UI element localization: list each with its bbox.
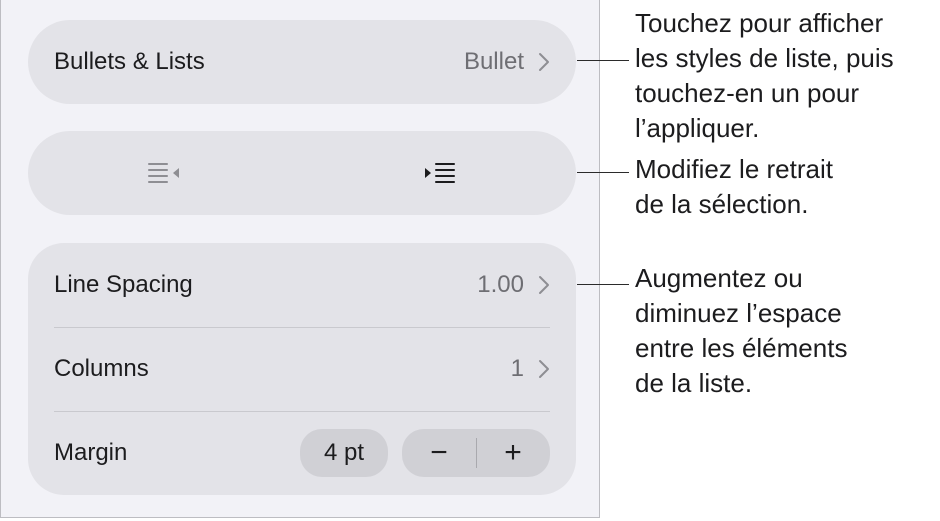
chevron-right-icon: [539, 53, 549, 71]
callout-leader-line: [577, 172, 629, 173]
increase-margin-button[interactable]: +: [477, 429, 550, 477]
margin-stepper: − +: [402, 429, 550, 477]
callout-line: diminuez l’espace: [635, 298, 842, 328]
callout-line: les styles de liste, puis: [635, 43, 894, 73]
callout-line: l’appliquer.: [635, 113, 760, 143]
columns-label: Columns: [54, 355, 149, 382]
line-spacing-row[interactable]: Line Spacing 1.00: [28, 243, 576, 327]
margin-row: Margin 4 pt − +: [28, 411, 576, 495]
bullets-lists-card: Bullets & Lists Bullet: [28, 20, 576, 104]
line-spacing-value: 1.00: [477, 271, 524, 298]
chevron-right-icon: [539, 360, 549, 378]
line-spacing-label: Line Spacing: [54, 271, 193, 298]
indent-card: [28, 131, 576, 215]
columns-value: 1: [510, 355, 524, 382]
bullets-lists-label: Bullets & Lists: [54, 48, 205, 75]
callout-line: entre les éléments: [635, 333, 848, 363]
decrease-indent-button[interactable]: [28, 131, 302, 215]
callout-indent: Modifiez le retrait de la sélection.: [635, 152, 833, 222]
increase-indent-icon: [425, 163, 455, 183]
callout-leader-line: [577, 284, 629, 285]
decrease-margin-button[interactable]: −: [403, 429, 476, 477]
callout-line: touchez-en un pour: [635, 78, 860, 108]
margin-value-field[interactable]: 4 pt: [300, 429, 388, 477]
callout-line: Modifiez le retrait: [635, 154, 833, 184]
columns-row[interactable]: Columns 1: [28, 327, 576, 411]
callout-leader-line: [577, 60, 629, 61]
margin-value: 4 pt: [323, 439, 365, 466]
callout-line: de la sélection.: [635, 189, 809, 219]
chevron-right-icon: [539, 276, 549, 294]
callout-spacing: Augmentez ou diminuez l’espace entre les…: [635, 261, 847, 401]
spacing-card: Line Spacing 1.00 Columns 1 Margin 4 pt …: [28, 243, 576, 495]
bullets-lists-row[interactable]: Bullets & Lists Bullet: [28, 20, 576, 104]
callout-line: de la liste.: [635, 368, 753, 398]
decrease-indent-icon: [148, 163, 179, 183]
callout-list-styles: Touchez pour afficher les styles de list…: [635, 6, 894, 146]
increase-indent-button[interactable]: [302, 131, 576, 215]
margin-label: Margin: [54, 439, 128, 466]
format-panel: Bullets & Lists Bullet Line Spacing 1.00…: [0, 0, 600, 518]
callout-line: Touchez pour afficher: [635, 8, 884, 38]
bullets-lists-value: Bullet: [463, 48, 524, 75]
callout-line: Augmentez ou: [635, 263, 803, 293]
